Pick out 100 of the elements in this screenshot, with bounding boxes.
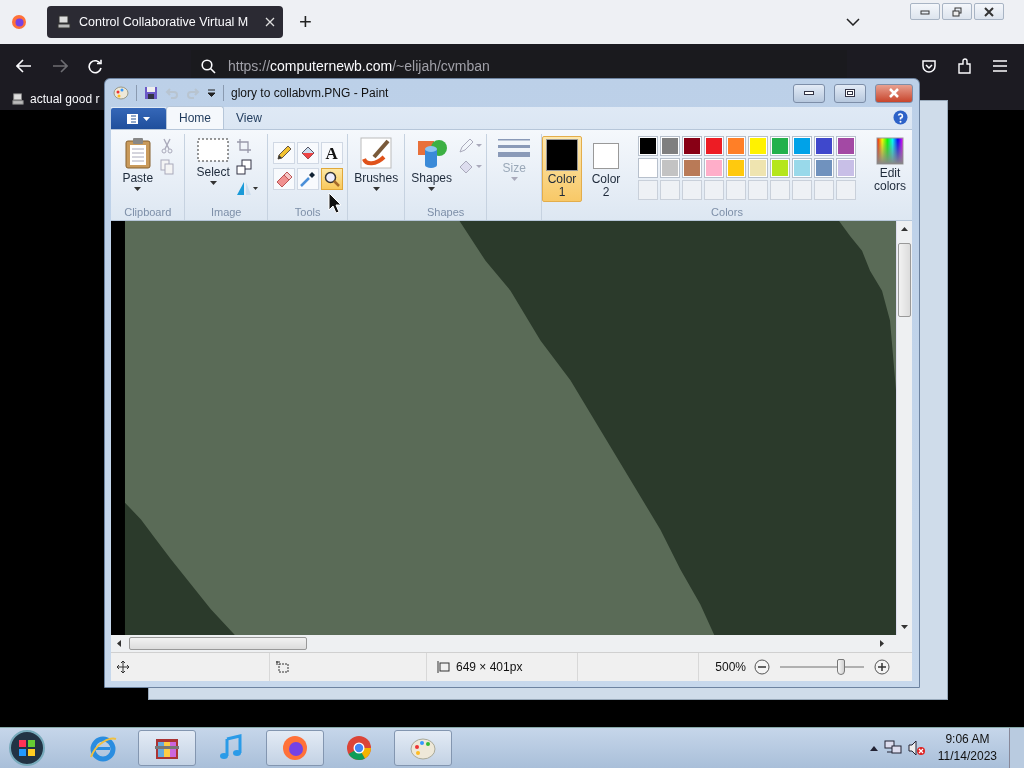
palette-color[interactable]: [682, 158, 702, 178]
taskbar-app[interactable]: [266, 730, 324, 766]
group-label: Colors: [710, 206, 744, 220]
close-icon[interactable]: [265, 17, 275, 27]
palette-color[interactable]: [814, 158, 834, 178]
chrome-icon: [344, 733, 374, 763]
restore-button[interactable]: [942, 3, 972, 20]
window-title: glory to collabvm.PNG - Paint: [231, 86, 389, 100]
save-icon[interactable]: [144, 86, 158, 100]
shapes-button[interactable]: Shapes: [409, 136, 454, 192]
puzzle-icon[interactable]: [957, 58, 973, 74]
firefox-icon[interactable]: [11, 14, 27, 30]
color-slot-button[interactable]: Color 2: [586, 136, 626, 202]
ribbon-tab[interactable]: Home: [166, 106, 224, 129]
palette-color[interactable]: [726, 136, 746, 156]
palette-color[interactable]: [748, 158, 768, 178]
brushes-button[interactable]: Brushes: [352, 136, 401, 192]
zoom-text: 500%: [715, 660, 746, 674]
edit-colors-button[interactable]: Edit colors: [868, 136, 912, 194]
palette-color[interactable]: [814, 136, 834, 156]
palette-color[interactable]: [748, 136, 768, 156]
maximize-button[interactable]: [834, 83, 866, 103]
network-icon[interactable]: [883, 740, 902, 756]
taskbar-app[interactable]: [394, 730, 452, 766]
palette-color[interactable]: [836, 136, 856, 156]
palette-icon[interactable]: [113, 86, 129, 100]
crop-icon[interactable]: [235, 138, 252, 154]
palette-color[interactable]: [836, 158, 856, 178]
muted-speaker-icon[interactable]: [907, 740, 926, 756]
minimize-button[interactable]: [793, 83, 825, 103]
selection-icon: [276, 661, 289, 673]
caret-icon: [510, 177, 518, 181]
palette-color[interactable]: [638, 136, 658, 156]
move-icon: [117, 661, 129, 673]
line-widths-icon: [498, 137, 531, 159]
caret-icon: [209, 181, 217, 185]
tool-button[interactable]: [272, 142, 295, 164]
scroll-right-icon[interactable]: [880, 640, 884, 647]
palette-color[interactable]: [770, 158, 790, 178]
scroll-thumb[interactable]: [129, 637, 307, 650]
menu-icon[interactable]: [993, 60, 1007, 72]
scroll-down-icon[interactable]: [901, 625, 908, 629]
select-button[interactable]: Select: [194, 136, 232, 186]
palette-color[interactable]: [660, 158, 680, 178]
vertical-scrollbar[interactable]: [896, 221, 912, 635]
customize-caret-icon[interactable]: [207, 89, 216, 97]
palette-color[interactable]: [792, 158, 812, 178]
palette-color[interactable]: [726, 158, 746, 178]
brush-icon: [360, 137, 393, 169]
tool-button[interactable]: [320, 168, 343, 190]
palette-color[interactable]: [704, 136, 724, 156]
tab-title: Control Collaborative Virtual M: [79, 15, 250, 29]
scroll-thumb[interactable]: [898, 243, 911, 317]
color-slot-button[interactable]: Color 1: [542, 136, 582, 202]
palette-color[interactable]: [638, 158, 658, 178]
tool-button[interactable]: A: [320, 142, 343, 164]
tool-button[interactable]: [296, 168, 319, 190]
palette-color[interactable]: [704, 158, 724, 178]
cut-icon[interactable]: [159, 138, 176, 154]
caret-icon: [134, 187, 142, 191]
close-button[interactable]: [974, 3, 1004, 20]
palette-color[interactable]: [770, 136, 790, 156]
scroll-up-icon[interactable]: [901, 227, 908, 231]
outline-icon[interactable]: [458, 138, 482, 154]
restore-icon: [952, 6, 962, 17]
tool-button[interactable]: [296, 142, 319, 164]
scroll-left-icon[interactable]: [117, 640, 121, 647]
color-spectrum-icon: [876, 137, 904, 165]
paste-button[interactable]: Paste: [120, 136, 156, 192]
palette-color[interactable]: [660, 136, 680, 156]
minimize-icon: [920, 8, 930, 15]
group-label: Tools: [293, 206, 322, 220]
date-text: 11/14/2023: [937, 748, 997, 765]
new-tab-button[interactable]: +: [299, 9, 312, 35]
taskbar-app[interactable]: [138, 730, 196, 766]
back-icon[interactable]: [16, 59, 32, 73]
chevron-down-icon[interactable]: [846, 18, 860, 26]
show-desktop-button[interactable]: [1009, 728, 1024, 768]
palette-color[interactable]: [682, 136, 702, 156]
reload-icon[interactable]: [88, 58, 103, 74]
start-button[interactable]: [8, 729, 46, 767]
close-icon: [984, 6, 994, 17]
pocket-icon[interactable]: [921, 58, 937, 74]
horizontal-scrollbar[interactable]: [111, 635, 912, 652]
resize-icon[interactable]: [235, 159, 252, 175]
palette-color[interactable]: [792, 136, 812, 156]
bookmark-link[interactable]: actual good r: [30, 92, 100, 106]
file-menu-button[interactable]: [111, 108, 166, 129]
forward-icon[interactable]: [52, 59, 68, 73]
browser-tab[interactable]: Control Collaborative Virtual M: [47, 6, 283, 38]
fill-icon[interactable]: [458, 159, 482, 175]
time-text: 9:06 AM: [945, 731, 990, 748]
zoom-in-button[interactable]: [874, 659, 890, 675]
tray-up-icon[interactable]: [869, 745, 878, 751]
clock[interactable]: 9:06 AM 11/14/2023: [937, 731, 997, 765]
group-label: Shapes: [426, 206, 466, 220]
ribbon-tab[interactable]: View: [224, 107, 274, 129]
zoom-out-button[interactable]: [754, 659, 770, 675]
help-icon[interactable]: [893, 110, 908, 125]
rotate-icon[interactable]: [235, 180, 258, 196]
